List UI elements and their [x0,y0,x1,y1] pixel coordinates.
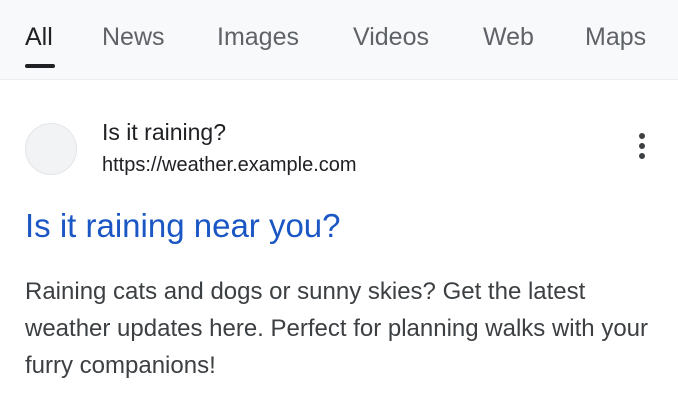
tab-web[interactable]: Web [483,20,534,54]
more-vert-icon[interactable] [628,133,656,169]
tab-videos[interactable]: Videos [353,20,429,54]
tab-images[interactable]: Images [217,20,299,54]
result-title-link[interactable]: Is it raining near you? [25,204,341,248]
active-tab-indicator [25,64,55,68]
result-snippet: Raining cats and dogs or sunny skies? Ge… [25,278,649,379]
result-url[interactable]: https://weather.example.com [102,151,357,179]
tab-all[interactable]: All [25,20,53,54]
search-result: Is it raining? https://weather.example.c… [0,81,678,400]
result-site-name[interactable]: Is it raining? [102,117,226,147]
site-favicon-icon [25,123,77,175]
search-tabs: All News Images Videos Web Maps [0,0,678,80]
tab-maps[interactable]: Maps [585,20,646,54]
tab-news[interactable]: News [102,20,165,54]
